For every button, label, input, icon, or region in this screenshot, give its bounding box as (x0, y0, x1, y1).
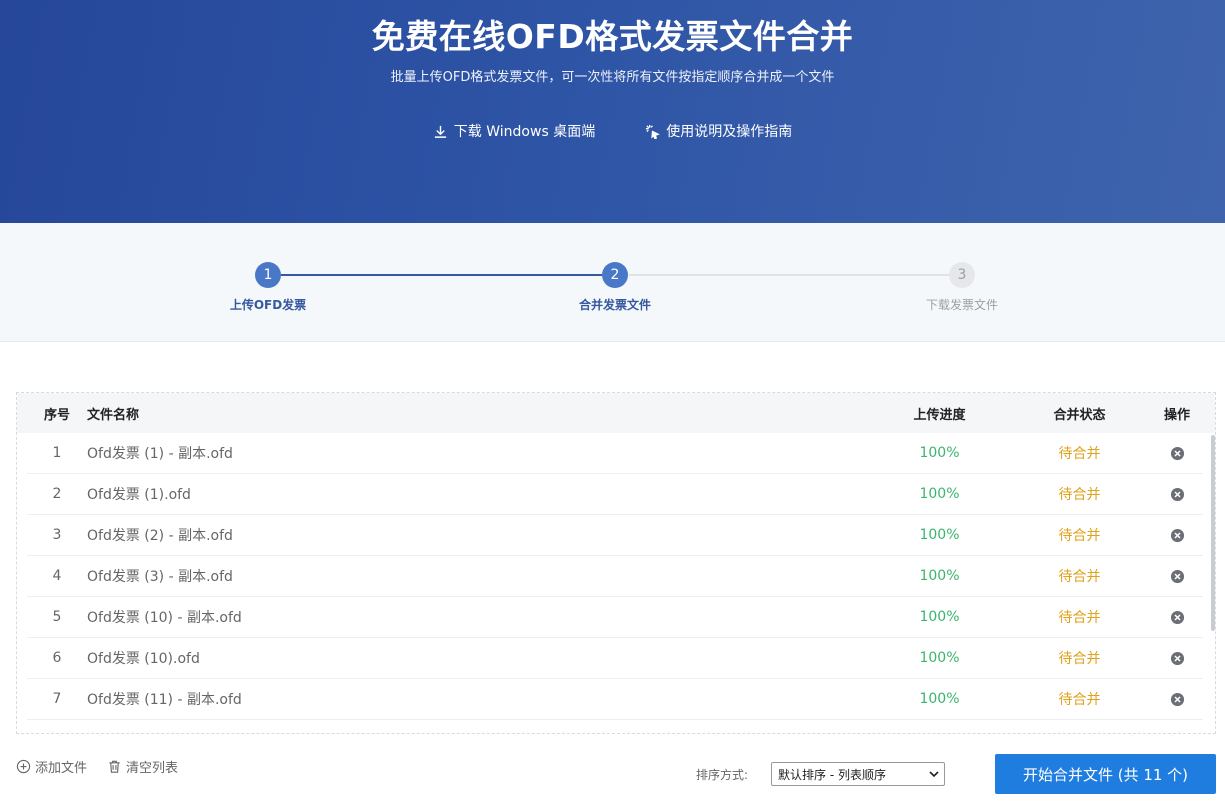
row-file-name: Ofd发票 (3) - 副本.ofd (87, 569, 233, 585)
close-circle-icon[interactable] (1170, 446, 1185, 461)
step-number: 3 (949, 262, 975, 288)
row-no: 1 (52, 445, 62, 461)
row-progress: 100% (919, 609, 960, 625)
row-no: 6 (52, 650, 62, 666)
row-progress: 100% (919, 527, 960, 543)
row-no: 4 (52, 568, 62, 584)
close-circle-icon[interactable] (1170, 610, 1185, 625)
close-circle-icon[interactable] (1170, 528, 1185, 543)
row-status: 待合并 (1058, 446, 1101, 462)
row-no: 3 (52, 527, 62, 543)
header-progress: 上传进度 (913, 407, 966, 423)
start-merge-button[interactable]: 开始合并文件 (共 11 个) (995, 754, 1216, 794)
clear-list-button[interactable]: 清空列表 (107, 757, 178, 776)
row-status: 待合并 (1058, 610, 1101, 626)
row-file-name: Ofd发票 (1) - 副本.ofd (87, 446, 233, 462)
table-scrollbar[interactable] (1211, 435, 1215, 631)
sort-selected-value: 默认排序 - 列表顺序 (778, 767, 886, 782)
row-action (1157, 515, 1197, 555)
hero-banner: 免费在线OFD格式发票文件合并 批量上传OFD格式发票文件，可一次性将所有文件按… (0, 0, 1225, 223)
step-number: 1 (255, 262, 281, 288)
row-action (1157, 433, 1197, 473)
row-progress: 100% (919, 568, 960, 584)
close-circle-icon[interactable] (1170, 569, 1185, 584)
step-label: 合并发票文件 (578, 298, 651, 312)
page-title: 免费在线OFD格式发票文件合并 (371, 17, 854, 56)
add-file-label: 添加文件 (35, 761, 88, 776)
row-file-name: Ofd发票 (1).ofd (87, 487, 191, 503)
row-action (1157, 474, 1197, 514)
row-file-name: Ofd发票 (2) - 副本.ofd (87, 528, 233, 544)
table-row: 7 Ofd发票 (11) - 副本.ofd 100% 待合并 (27, 679, 1203, 720)
header-no: 序号 (43, 407, 70, 423)
action-bar: 添加文件 清空列表 排序方式: 默认排序 - 列表顺序 开始合并文件 (共 11… (0, 745, 1225, 805)
row-status: 待合并 (1058, 569, 1101, 585)
header-action: 操作 (1163, 407, 1190, 423)
row-action (1157, 556, 1197, 596)
step-upload: 1 上传OFD发票 (208, 262, 328, 313)
row-no: 5 (52, 609, 62, 625)
page-subtitle: 批量上传OFD格式发票文件，可一次性将所有文件按指定顺序合并成一个文件 (390, 70, 835, 85)
close-circle-icon[interactable] (1170, 651, 1185, 666)
file-table: 序号 文件名称 上传进度 合并状态 操作 1 Ofd发票 (1) - 副本.of… (16, 392, 1216, 734)
row-action (1157, 597, 1197, 637)
row-progress: 100% (919, 486, 960, 502)
plus-circle-icon (16, 759, 31, 774)
step-progress: 1 上传OFD发票 2 合并发票文件 3 下载发票文件 (0, 223, 1225, 342)
close-circle-icon[interactable] (1170, 692, 1185, 707)
row-file-name: Ofd发票 (10) - 副本.ofd (87, 610, 242, 626)
row-file-name: Ofd发票 (10).ofd (87, 651, 200, 667)
table-header: 序号 文件名称 上传进度 合并状态 操作 (17, 393, 1215, 433)
step-label: 下载发票文件 (925, 298, 998, 312)
header-name: 文件名称 (87, 407, 140, 423)
download-windows-link[interactable]: 下载 Windows 桌面端 (433, 121, 595, 141)
guide-link[interactable]: 使用说明及操作指南 (645, 121, 792, 141)
step-label: 上传OFD发票 (229, 298, 307, 312)
guide-label: 使用说明及操作指南 (666, 124, 793, 140)
chevron-down-icon (929, 771, 939, 778)
row-status: 待合并 (1058, 487, 1101, 503)
step-connector-2 (629, 274, 949, 276)
hero-links: 下载 Windows 桌面端 使用说明及操作指南 (0, 121, 1225, 141)
table-body[interactable]: 1 Ofd发票 (1) - 副本.ofd 100% 待合并 2 Ofd发票 (1… (17, 433, 1207, 733)
clear-list-label: 清空列表 (126, 761, 179, 776)
row-progress: 100% (919, 445, 960, 461)
download-windows-label: 下载 Windows 桌面端 (453, 124, 596, 140)
row-status: 待合并 (1058, 528, 1101, 544)
close-circle-icon[interactable] (1170, 487, 1185, 502)
table-row: 1 Ofd发票 (1) - 副本.ofd 100% 待合并 (27, 433, 1203, 474)
step-number: 2 (602, 262, 628, 288)
row-progress: 100% (919, 691, 960, 707)
step-connector-1 (281, 274, 602, 276)
download-icon (434, 125, 446, 138)
sort-label: 排序方式: (696, 768, 749, 782)
step-merge: 2 合并发票文件 (555, 262, 675, 313)
step-download: 3 下载发票文件 (902, 262, 1022, 313)
row-no: 7 (52, 691, 62, 707)
row-file-name: Ofd发票 (11) - 副本.ofd (87, 692, 242, 708)
table-row: 4 Ofd发票 (3) - 副本.ofd 100% 待合并 (27, 556, 1203, 597)
trash-icon (109, 760, 120, 773)
table-row: 2 Ofd发票 (1).ofd 100% 待合并 (27, 474, 1203, 515)
header-status: 合并状态 (1053, 407, 1106, 423)
row-status: 待合并 (1058, 651, 1101, 667)
table-row: 5 Ofd发票 (10) - 副本.ofd 100% 待合并 (27, 597, 1203, 638)
sort-select[interactable]: 默认排序 - 列表顺序 (771, 762, 945, 786)
sparkle-cursor-icon (646, 124, 661, 139)
row-no: 2 (52, 486, 62, 502)
table-row: 6 Ofd发票 (10).ofd 100% 待合并 (27, 638, 1203, 679)
row-progress: 100% (919, 650, 960, 666)
row-action (1157, 638, 1197, 678)
table-row: 3 Ofd发票 (2) - 副本.ofd 100% 待合并 (27, 515, 1203, 556)
row-status: 待合并 (1058, 692, 1101, 708)
add-file-button[interactable]: 添加文件 (16, 757, 87, 776)
row-action (1157, 679, 1197, 719)
